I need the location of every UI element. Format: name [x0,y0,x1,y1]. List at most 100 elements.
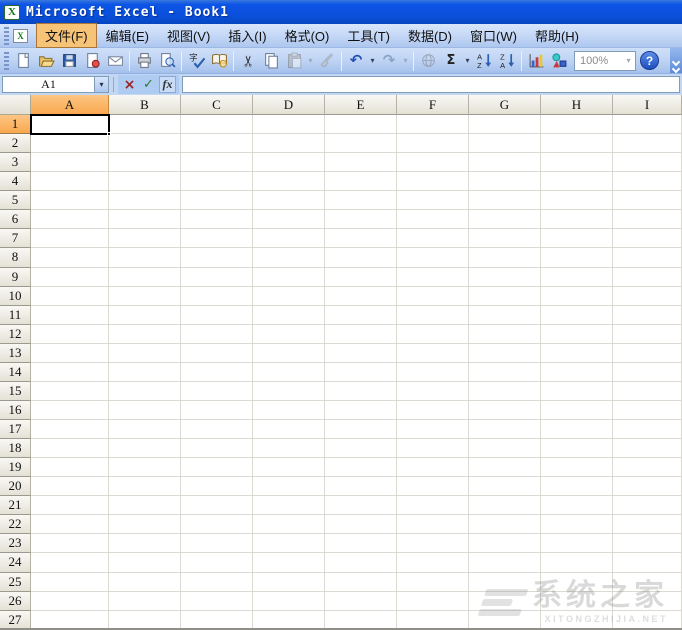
cell-H17[interactable] [541,420,613,440]
cell-B5[interactable] [109,191,181,211]
cell-I7[interactable] [613,229,682,249]
cell-F26[interactable] [397,591,469,611]
cell-I19[interactable] [613,458,682,478]
email-button[interactable] [104,50,126,72]
row-header-7[interactable]: 7 [0,229,31,249]
cell-B17[interactable] [109,420,181,440]
cell-I21[interactable] [613,496,682,516]
cell-E15[interactable] [325,381,397,401]
cell-H8[interactable] [541,248,613,268]
cell-I18[interactable] [613,439,682,459]
cell-C18[interactable] [181,439,253,459]
cell-D24[interactable] [253,553,325,573]
cell-D14[interactable] [253,362,325,382]
redo-button[interactable]: ↷ [378,50,400,72]
help-button[interactable]: ? [640,51,659,70]
cell-E2[interactable] [325,134,397,154]
cell-F4[interactable] [397,172,469,192]
menubar-drag-handle[interactable] [4,26,9,45]
cell-D17[interactable] [253,420,325,440]
cell-F24[interactable] [397,553,469,573]
cell-H15[interactable] [541,381,613,401]
cell-C16[interactable] [181,400,253,420]
cell-B20[interactable] [109,477,181,497]
cancel-entry-button[interactable]: × [121,76,138,93]
cell-A8[interactable] [31,248,109,268]
cell-G24[interactable] [469,553,541,573]
cell-G23[interactable] [469,534,541,554]
cell-C2[interactable] [181,134,253,154]
column-header-A[interactable]: A [31,95,109,115]
cell-F6[interactable] [397,210,469,230]
cell-E1[interactable] [325,115,397,135]
cell-A11[interactable] [31,305,109,325]
select-all-corner[interactable] [0,95,31,115]
cell-C1[interactable] [181,115,253,135]
cell-G12[interactable] [469,324,541,344]
cell-I9[interactable] [613,267,682,287]
cell-E22[interactable] [325,515,397,535]
cell-I2[interactable] [613,134,682,154]
cell-G14[interactable] [469,362,541,382]
cell-G8[interactable] [469,248,541,268]
cell-C5[interactable] [181,191,253,211]
row-header-6[interactable]: 6 [0,210,31,230]
cell-D1[interactable] [253,115,325,135]
cell-E23[interactable] [325,534,397,554]
cell-E6[interactable] [325,210,397,230]
cell-G26[interactable] [469,591,541,611]
row-header-21[interactable]: 21 [0,496,31,516]
zoom-dropdown-icon[interactable]: ▾ [624,56,633,65]
cell-B1[interactable] [109,115,181,135]
cell-B22[interactable] [109,515,181,535]
cell-C15[interactable] [181,381,253,401]
row-header-26[interactable]: 26 [0,591,31,611]
cell-H12[interactable] [541,324,613,344]
cell-B12[interactable] [109,324,181,344]
cell-F22[interactable] [397,515,469,535]
row-header-2[interactable]: 2 [0,134,31,154]
row-header-18[interactable]: 18 [0,439,31,459]
toolbar-drag-handle[interactable] [4,51,9,70]
cell-H26[interactable] [541,591,613,611]
paste-dropdown[interactable]: ▾ [306,56,315,65]
cell-C13[interactable] [181,343,253,363]
cell-C22[interactable] [181,515,253,535]
formula-input[interactable] [182,76,680,93]
cell-A7[interactable] [31,229,109,249]
cell-C17[interactable] [181,420,253,440]
name-box-dropdown[interactable]: ▾ [94,76,109,93]
cell-C9[interactable] [181,267,253,287]
cell-G19[interactable] [469,458,541,478]
cell-D2[interactable] [253,134,325,154]
cell-G6[interactable] [469,210,541,230]
cell-I8[interactable] [613,248,682,268]
cell-E16[interactable] [325,400,397,420]
cell-B6[interactable] [109,210,181,230]
menu-item-视图(V)[interactable]: 视图(V) [158,23,219,48]
cell-D18[interactable] [253,439,325,459]
cell-E19[interactable] [325,458,397,478]
hyperlink-button[interactable] [417,50,439,72]
cell-E14[interactable] [325,362,397,382]
cell-A10[interactable] [31,286,109,306]
cell-G16[interactable] [469,400,541,420]
cell-F17[interactable] [397,420,469,440]
new-button[interactable] [12,50,34,72]
cell-A23[interactable] [31,534,109,554]
cell-H3[interactable] [541,153,613,173]
cell-I16[interactable] [613,400,682,420]
row-header-5[interactable]: 5 [0,191,31,211]
cell-B16[interactable] [109,400,181,420]
excel-app-icon[interactable]: X [4,4,20,20]
cell-H5[interactable] [541,191,613,211]
cell-G10[interactable] [469,286,541,306]
cell-E3[interactable] [325,153,397,173]
cell-B23[interactable] [109,534,181,554]
cell-C10[interactable] [181,286,253,306]
cell-G22[interactable] [469,515,541,535]
format-painter-button[interactable] [316,50,338,72]
menu-item-格式(O)[interactable]: 格式(O) [276,23,339,48]
cell-E7[interactable] [325,229,397,249]
cell-D27[interactable] [253,610,325,628]
